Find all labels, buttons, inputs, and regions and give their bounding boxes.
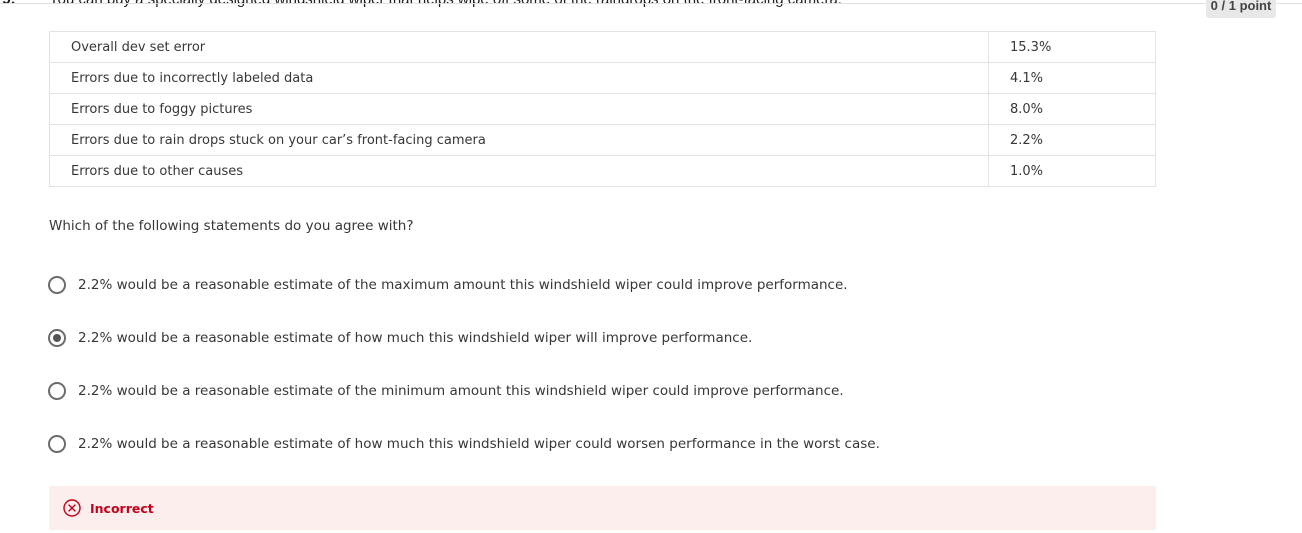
score-badge: 0 / 1 point <box>1206 0 1276 18</box>
feedback-banner: Incorrect <box>49 486 1156 530</box>
option-label[interactable]: 2.2% would be a reasonable estimate of t… <box>78 383 844 399</box>
answer-option-2[interactable]: 2.2% would be a reasonable estimate of h… <box>48 327 752 349</box>
row-label: Errors due to other causes <box>49 155 989 187</box>
radio-button[interactable] <box>48 435 66 453</box>
option-label[interactable]: 2.2% would be a reasonable estimate of h… <box>78 330 752 346</box>
feedback-status: Incorrect <box>90 500 154 516</box>
table-row: Errors due to incorrectly labeled data 4… <box>49 62 1156 94</box>
question-text: You can buy a specially designed windshi… <box>49 0 842 8</box>
table-row: Errors due to foggy pictures 8.0% <box>49 93 1156 125</box>
answer-option-4[interactable]: 2.2% would be a reasonable estimate of h… <box>48 433 880 455</box>
radio-button[interactable] <box>48 382 66 400</box>
radio-button-selected[interactable] <box>48 329 66 347</box>
option-label[interactable]: 2.2% would be a reasonable estimate of h… <box>78 436 880 452</box>
row-label: Overall dev set error <box>49 31 989 63</box>
row-value: 1.0% <box>988 155 1156 187</box>
table-row: Overall dev set error 15.3% <box>49 31 1156 63</box>
x-circle-icon <box>63 499 81 517</box>
row-label: Errors due to incorrectly labeled data <box>49 62 989 94</box>
row-value: 4.1% <box>988 62 1156 94</box>
table-row: Errors due to rain drops stuck on your c… <box>49 124 1156 156</box>
question-prompt: Which of the following statements do you… <box>49 218 414 234</box>
header-divider <box>0 3 1302 4</box>
question-header: 9. You can buy a specially designed wind… <box>0 0 1302 9</box>
row-label: Errors due to rain drops stuck on your c… <box>49 124 989 156</box>
answer-option-3[interactable]: 2.2% would be a reasonable estimate of t… <box>48 380 844 402</box>
option-label[interactable]: 2.2% would be a reasonable estimate of t… <box>78 277 848 293</box>
question-number: 9. <box>2 0 15 9</box>
table-row: Errors due to other causes 1.0% <box>49 155 1156 187</box>
row-value: 8.0% <box>988 93 1156 125</box>
error-analysis-table: Overall dev set error 15.3% Errors due t… <box>49 31 1156 187</box>
row-label: Errors due to foggy pictures <box>49 93 989 125</box>
radio-button[interactable] <box>48 276 66 294</box>
answer-option-1[interactable]: 2.2% would be a reasonable estimate of t… <box>48 274 848 296</box>
row-value: 2.2% <box>988 124 1156 156</box>
row-value: 15.3% <box>988 31 1156 63</box>
